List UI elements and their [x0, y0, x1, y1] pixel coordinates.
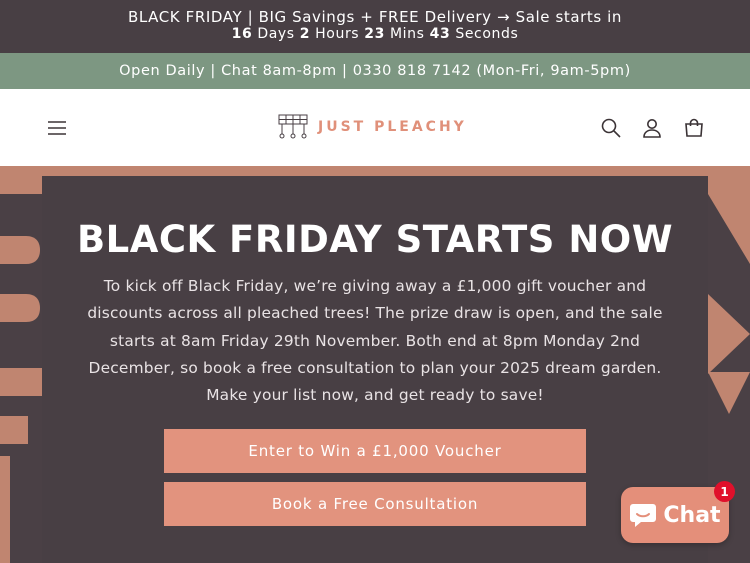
countdown-secs-label: Seconds: [455, 26, 519, 42]
countdown-hours-value: 2: [299, 26, 311, 42]
announcement-text: BLACK FRIDAY | BIG Savings + FREE Delive…: [127, 8, 623, 26]
countdown-secs-value: 43: [429, 26, 451, 42]
countdown-timer: 16 Days 2 Hours 23 Mins 43 Seconds: [0, 26, 750, 43]
logo-trees-icon: [278, 114, 308, 139]
countdown-mins-label: Mins: [390, 26, 425, 42]
enter-to-win-button[interactable]: Enter to Win a £1,000 Voucher: [164, 429, 586, 473]
search-icon[interactable]: [592, 89, 630, 166]
menu-icon[interactable]: [38, 89, 76, 166]
chat-notification-badge: 1: [714, 481, 735, 502]
countdown-days-label: Days: [257, 26, 295, 42]
hero-panel: BLACK FRIDAY STARTS NOW To kick off Blac…: [42, 176, 708, 563]
account-icon[interactable]: [633, 89, 671, 166]
info-bar: Open Daily | Chat 8am-8pm | 0330 818 714…: [0, 53, 750, 89]
countdown-mins-value: 23: [364, 26, 385, 42]
hero-title: BLACK FRIDAY STARTS NOW: [76, 218, 674, 261]
hero-description: To kick off Black Friday, we’re giving a…: [87, 277, 663, 405]
chat-label: Chat: [663, 502, 721, 528]
site-logo[interactable]: JUST PLEACHY: [278, 109, 478, 145]
site-header: JUST PLEACHY: [0, 89, 750, 166]
info-bar-text: Open Daily | Chat 8am-8pm | 0330 818 714…: [119, 63, 631, 79]
cart-icon[interactable]: [675, 89, 713, 166]
hero-decoration-left: [0, 194, 42, 563]
chat-bubble-icon: [630, 504, 657, 527]
countdown-days-value: 16: [231, 26, 253, 42]
logo-text: JUST PLEACHY: [318, 119, 467, 135]
chat-button[interactable]: Chat: [621, 487, 729, 543]
book-consultation-button[interactable]: Book a Free Consultation: [164, 482, 586, 526]
countdown-hours-label: Hours: [315, 26, 360, 42]
announcement-bar: BLACK FRIDAY | BIG Savings + FREE Delive…: [0, 0, 750, 53]
